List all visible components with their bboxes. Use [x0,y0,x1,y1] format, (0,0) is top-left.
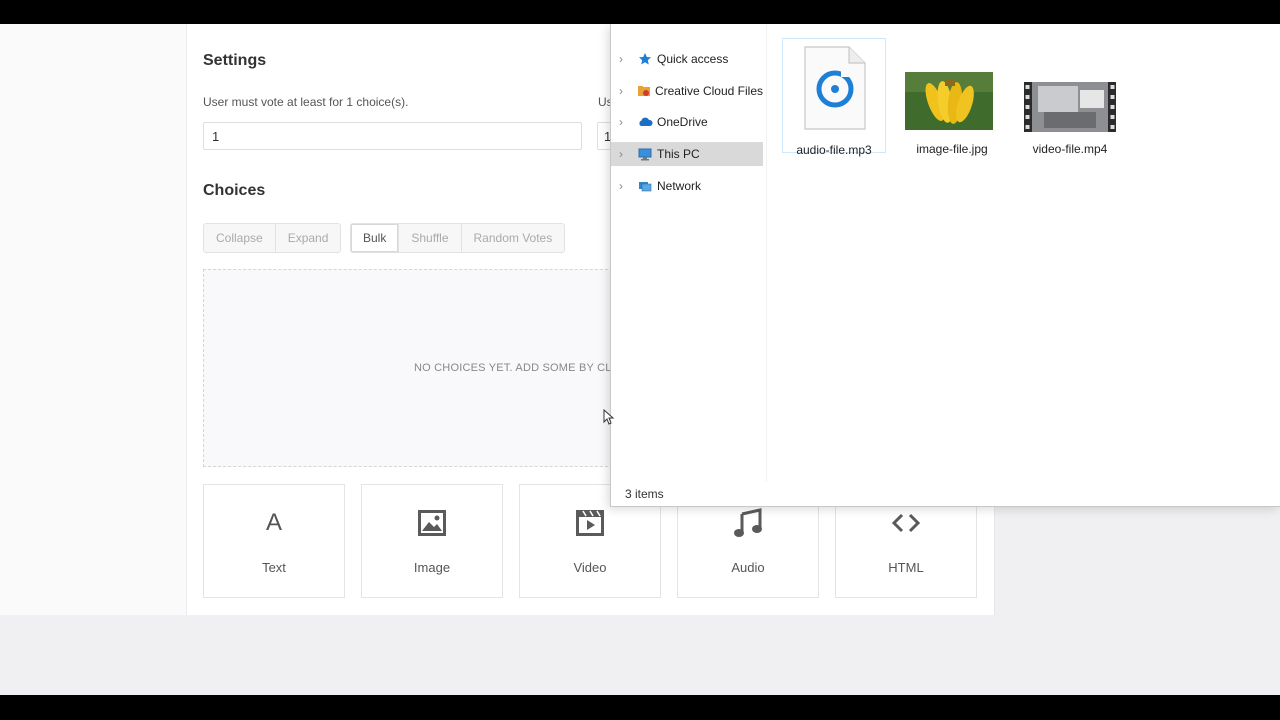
file-name: video-file.mp4 [1032,142,1108,156]
network-icon [637,178,653,194]
video-thumbnail [1024,82,1116,137]
add-image-choice-tile[interactable]: Image [361,484,503,598]
mouse-cursor-icon [603,408,615,430]
image-icon [362,507,502,539]
audio-icon [678,507,818,539]
choice-tools-group: Bulk Shuffle Random Votes [350,223,566,253]
text-icon: A [265,509,282,536]
bulk-button[interactable]: Bulk [351,224,400,252]
item-count-status: 3 items [625,487,664,501]
min-choices-input[interactable] [203,122,582,150]
navigation-pane: › Quick access › Creative Cloud Files › … [611,24,766,482]
video-icon [520,507,660,539]
left-sidebar-strip [0,24,187,615]
star-icon [637,51,653,67]
min-choices-label: User must vote at least for 1 choice(s). [203,95,409,109]
tile-label: Image [413,560,451,575]
nav-label: Creative Cloud Files [654,84,763,98]
top-black-bar [0,0,1280,24]
tile-label: Audio [731,560,765,575]
nav-item-quick-access[interactable]: › Quick access [611,47,763,71]
file-name: image-file.jpg [916,142,988,156]
cloud-icon [637,114,653,130]
chevron-right-icon[interactable]: › [619,179,631,193]
creative-cloud-icon [636,83,651,99]
expand-button[interactable]: Expand [276,224,341,252]
collapse-button[interactable]: Collapse [204,224,276,252]
file-name: audio-file.mp3 [796,143,872,157]
file-open-dialog: › Quick access › Creative Cloud Files › … [610,24,1280,507]
chevron-right-icon[interactable]: › [619,84,630,98]
settings-heading: Settings [203,52,267,69]
nav-label: Network [657,179,702,193]
nav-label: This PC [657,147,700,161]
pane-divider [766,24,767,482]
image-thumbnail [905,72,993,135]
chevron-right-icon[interactable]: › [619,115,631,129]
choices-heading: Choices [203,182,266,199]
random-votes-button[interactable]: Random Votes [462,224,565,252]
nav-item-onedrive[interactable]: › OneDrive [611,110,763,134]
bottom-black-bar [0,695,1280,720]
nav-item-this-pc[interactable]: › This PC [611,142,763,166]
nav-item-network[interactable]: › Network [611,174,763,198]
audio-file-icon [803,45,867,136]
nav-label: Quick access [657,52,729,66]
nav-label: OneDrive [657,115,708,129]
computer-icon [637,146,653,162]
file-item-video[interactable]: video-file.mp4 [1018,38,1122,156]
tile-label: HTML [888,560,924,575]
shuffle-button[interactable]: Shuffle [399,224,462,252]
file-item-audio[interactable]: audio-file.mp3 [782,38,886,157]
chevron-right-icon[interactable]: › [619,52,631,66]
collapse-expand-group: Collapse Expand [203,223,342,253]
empty-choices-message: NO CHOICES YET. ADD SOME BY CLIC [414,362,623,374]
tile-label: Video [573,560,607,575]
add-text-choice-tile[interactable]: A Text [203,484,345,598]
file-item-image[interactable]: image-file.jpg [900,38,1004,156]
html-icon [836,507,976,539]
tile-label: Text [262,560,286,575]
nav-item-creative-cloud[interactable]: › Creative Cloud Files [611,79,763,103]
chevron-right-icon[interactable]: › [619,147,631,161]
